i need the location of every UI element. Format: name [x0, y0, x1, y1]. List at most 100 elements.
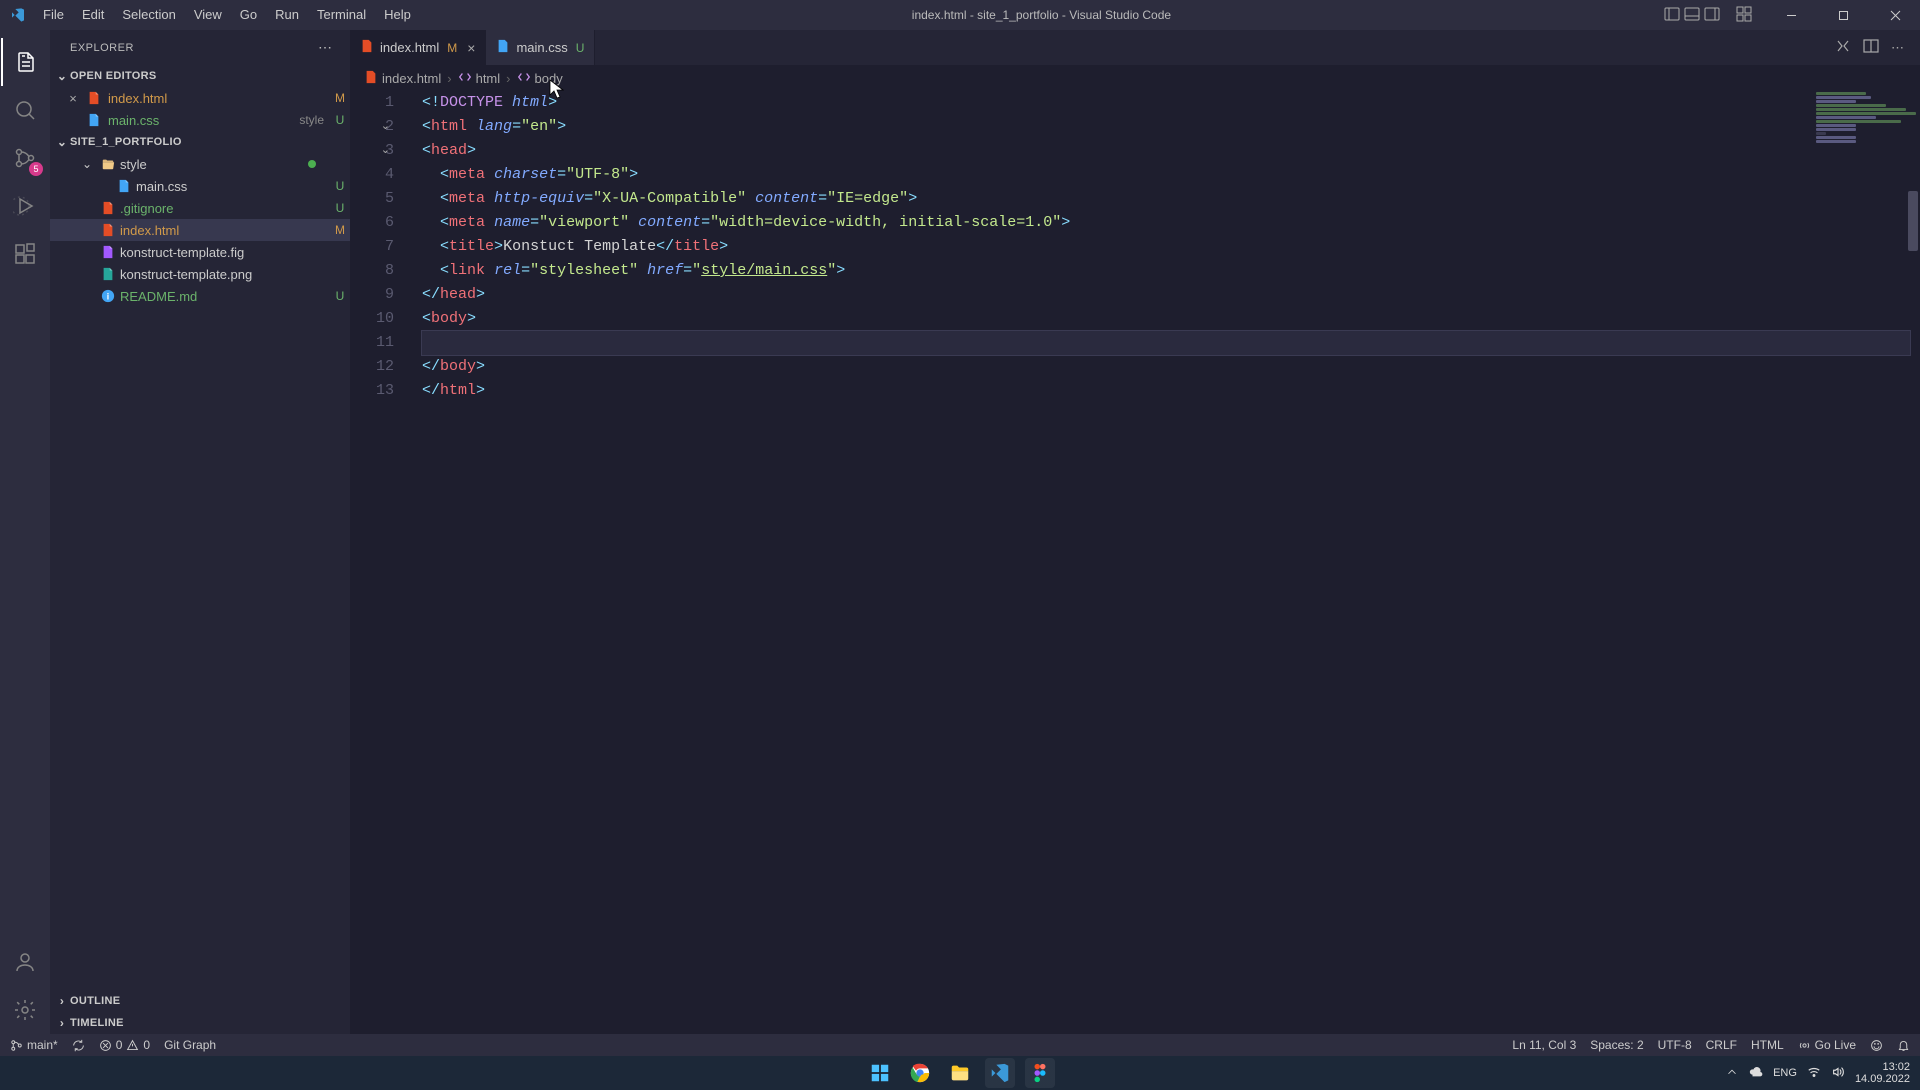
fold-chevron-icon[interactable]: ⌄ — [381, 139, 390, 163]
chevron-down-icon: ⌄ — [54, 135, 70, 149]
code-line[interactable]: <meta http-equiv="X-UA-Compatible" conte… — [422, 187, 1920, 211]
editor-tab[interactable]: index.html M × — [350, 30, 486, 65]
code-line[interactable]: <link rel="stylesheet" href="style/main.… — [422, 259, 1920, 283]
file-tree: ⌄ style main.css U .gitignore U index.ht… — [50, 153, 350, 307]
code-line[interactable]: </html> — [422, 379, 1920, 403]
tree-item[interactable]: i README.md U — [50, 285, 350, 307]
status-bell-icon[interactable] — [1897, 1039, 1910, 1052]
open-editor-item[interactable]: main.css style U — [50, 109, 350, 131]
maximize-button[interactable] — [1820, 0, 1866, 30]
status-problems[interactable]: 0 0 — [99, 1038, 150, 1052]
layout-panel-right-icon[interactable] — [1704, 6, 1720, 25]
menu-help[interactable]: Help — [376, 0, 419, 30]
tray-clock[interactable]: 13:02 14.09.2022 — [1855, 1061, 1910, 1085]
menu-file[interactable]: File — [35, 0, 72, 30]
activity-settings[interactable] — [1, 986, 49, 1034]
code-line[interactable]: </body> — [422, 355, 1920, 379]
file-label: index.html — [108, 91, 324, 106]
line-number: 13 — [350, 379, 394, 403]
code-line[interactable]: <body> — [422, 307, 1920, 331]
close-icon[interactable]: × — [467, 40, 475, 56]
tray-wifi-icon[interactable] — [1807, 1065, 1821, 1082]
taskbar-explorer-icon[interactable] — [945, 1058, 975, 1088]
menu-edit[interactable]: Edit — [74, 0, 112, 30]
breadcrumb-item[interactable]: index.html — [364, 70, 441, 87]
project-header[interactable]: ⌄ SITE_1_PORTFOLIO — [50, 131, 350, 153]
tab-label: index.html — [380, 40, 439, 55]
tree-item[interactable]: konstruct-template.png — [50, 263, 350, 285]
minimize-button[interactable] — [1768, 0, 1814, 30]
menu-go[interactable]: Go — [232, 0, 265, 30]
activity-search[interactable] — [1, 86, 49, 134]
tray-onedrive-icon[interactable] — [1749, 1065, 1763, 1082]
code-line[interactable]: </head> — [422, 283, 1920, 307]
customize-layout-icon[interactable] — [1736, 6, 1752, 25]
tree-item[interactable]: ⌄ style — [50, 153, 350, 175]
fold-chevron-icon[interactable]: ⌄ — [381, 115, 390, 139]
tab-status: U — [576, 41, 585, 55]
status-eol[interactable]: CRLF — [1706, 1038, 1737, 1052]
tray-chevron-up-icon[interactable] — [1725, 1065, 1739, 1082]
activity-explorer[interactable] — [1, 38, 49, 86]
tree-item[interactable]: index.html M — [50, 219, 350, 241]
code-line[interactable]: <meta charset="UTF-8"> — [422, 163, 1920, 187]
activity-account[interactable] — [1, 938, 49, 986]
status-feedback-icon[interactable] — [1870, 1039, 1883, 1052]
status-lang[interactable]: HTML — [1751, 1038, 1784, 1052]
tree-item[interactable]: main.css U — [50, 175, 350, 197]
code-line[interactable]: <!DOCTYPE html> — [422, 91, 1920, 115]
editor-tab[interactable]: main.css U — [486, 30, 595, 65]
tab-more-icon[interactable]: ⋯ — [1891, 40, 1906, 56]
sidebar-more-icon[interactable]: ⋯ — [318, 39, 334, 56]
open-editors-header[interactable]: ⌄ OPEN EDITORS — [50, 65, 350, 87]
code-line[interactable]: <html lang="en"> — [422, 115, 1920, 139]
breadcrumb[interactable]: index.html›html›body — [350, 65, 1920, 91]
tree-item[interactable]: .gitignore U — [50, 197, 350, 219]
status-sync[interactable] — [72, 1039, 85, 1052]
code-line[interactable] — [422, 331, 1910, 355]
compare-changes-icon[interactable] — [1835, 38, 1851, 57]
open-editor-item[interactable]: × index.html M — [50, 87, 350, 109]
taskbar-chrome-icon[interactable] — [905, 1058, 935, 1088]
activity-debug[interactable] — [1, 182, 49, 230]
breadcrumb-item[interactable]: body — [517, 70, 563, 87]
tree-item[interactable]: konstruct-template.fig — [50, 241, 350, 263]
breadcrumb-item[interactable]: html — [458, 70, 501, 87]
code-editor[interactable]: 12⌄3⌄45678910111213 <!DOCTYPE html><html… — [350, 91, 1920, 1034]
split-editor-icon[interactable] — [1863, 38, 1879, 57]
menu-terminal[interactable]: Terminal — [309, 0, 374, 30]
status-encoding[interactable]: UTF-8 — [1658, 1038, 1692, 1052]
code-line[interactable]: <head> — [422, 139, 1920, 163]
line-number: 2⌄ — [350, 115, 394, 139]
status-golive[interactable]: Go Live — [1798, 1038, 1856, 1052]
activity-extensions[interactable] — [1, 230, 49, 278]
outline-header[interactable]: › OUTLINE — [50, 990, 350, 1012]
status-spaces[interactable]: Spaces: 2 — [1590, 1038, 1643, 1052]
code-content[interactable]: <!DOCTYPE html><html lang="en"><head> <m… — [414, 91, 1920, 1034]
activity-scm[interactable]: 5 — [1, 134, 49, 182]
code-line[interactable]: <title>Konstuct Template</title> — [422, 235, 1920, 259]
taskbar-start-icon[interactable] — [865, 1058, 895, 1088]
layout-panel-left-icon[interactable] — [1664, 6, 1680, 25]
menu-run[interactable]: Run — [267, 0, 307, 30]
file-icon — [100, 266, 116, 282]
menu-view[interactable]: View — [186, 0, 230, 30]
open-editors-list: × index.html M main.css style U — [50, 87, 350, 131]
tray-lang[interactable]: ENG — [1773, 1067, 1797, 1079]
taskbar-figma-icon[interactable] — [1025, 1058, 1055, 1088]
status-lncol[interactable]: Ln 11, Col 3 — [1512, 1038, 1576, 1052]
chevron-right-icon: › — [54, 1016, 70, 1030]
line-number: 8 — [350, 259, 394, 283]
status-branch[interactable]: main* — [10, 1038, 58, 1052]
tray-volume-icon[interactable] — [1831, 1065, 1845, 1082]
vertical-scrollbar[interactable] — [1906, 91, 1920, 1034]
close-icon[interactable]: × — [66, 91, 80, 106]
menu-selection[interactable]: Selection — [114, 0, 183, 30]
taskbar-vscode-icon[interactable] — [985, 1058, 1015, 1088]
status-gitgraph[interactable]: Git Graph — [164, 1038, 216, 1052]
timeline-header[interactable]: › TIMELINE — [50, 1012, 350, 1034]
code-line[interactable]: <meta name="viewport" content="width=dev… — [422, 211, 1920, 235]
layout-panel-bottom-icon[interactable] — [1684, 6, 1700, 25]
close-button[interactable] — [1872, 0, 1918, 30]
scrollbar-thumb[interactable] — [1908, 191, 1918, 251]
